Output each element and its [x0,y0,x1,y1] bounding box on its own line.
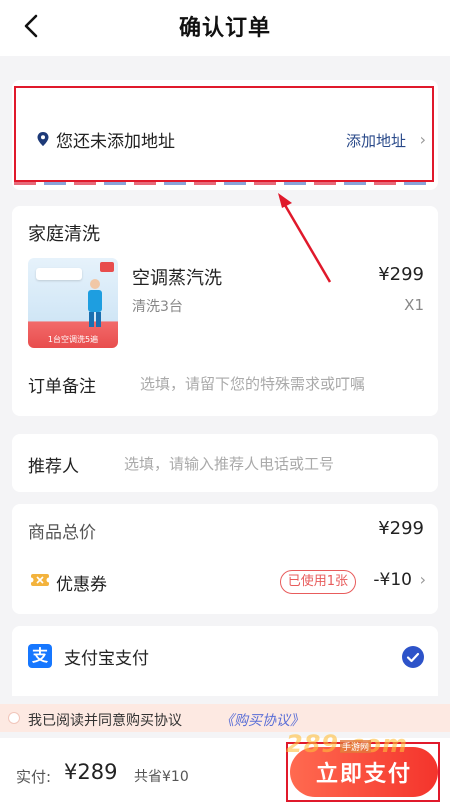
brand-badge [100,262,114,272]
order-card: 家庭清洗 1台空调洗5遍 空调蒸汽洗 清洗3台 ¥299 X1 订单备注 [12,206,438,416]
remark-label: 订单备注 [28,377,96,397]
alipay-icon: 支 [28,644,52,668]
payment-method-row[interactable]: 支 支付宝支付 [12,626,438,696]
product-price: ¥299 [378,264,424,285]
chevron-right-icon[interactable]: › [420,130,426,149]
total-value: ¥299 [378,518,424,539]
watermark-tag: 手游网 [340,740,372,753]
pay-amount: ¥289 [64,760,118,784]
coupon-icon [30,574,50,586]
header: 确认订单 [0,0,450,56]
total-label: 商品总价 [28,523,96,543]
address-empty-text: 您还未添加地址 [56,132,175,152]
agreement-radio[interactable] [8,712,20,724]
product-name: 空调蒸汽洗 [132,268,222,289]
savings-text: 共省¥10 [134,769,189,785]
agreement-link[interactable]: 《购买协议》 [220,710,304,730]
pay-label: 实付: [16,768,52,786]
add-address-link[interactable]: 添加地址 [346,130,406,151]
agreement-bar: 我已阅读并同意购买协议 《购买协议》 [0,704,450,732]
product-spec: 清洗3台 [132,299,183,315]
check-icon[interactable] [402,646,424,668]
product-thumbnail[interactable]: 1台空调洗5遍 [28,258,118,348]
chevron-right-icon[interactable]: › [420,570,426,589]
agreement-text: 我已阅读并同意购买协议 [28,713,182,729]
product-quantity: X1 [404,296,424,314]
payment-method-label: 支付宝支付 [64,649,149,669]
coupon-label[interactable]: 优惠券 [56,570,107,595]
thumbnail-caption: 1台空调洗5遍 [47,335,99,344]
summary-card: 商品总价 ¥299 优惠券 已使用1张 -¥10 › [12,504,438,614]
page-title: 确认订单 [178,16,271,41]
coupon-used-badge[interactable]: 已使用1张 [279,570,356,594]
remark-input[interactable] [140,370,430,398]
section-title: 家庭清洗 [28,224,100,245]
referrer-card: 推荐人 [12,434,438,492]
referrer-label: 推荐人 [28,457,79,477]
technician-icon [88,279,102,327]
air-conditioner-icon [36,268,82,280]
location-pin-icon [37,132,49,146]
coupon-discount-value[interactable]: -¥10 [373,570,412,590]
referrer-input[interactable] [124,450,424,478]
